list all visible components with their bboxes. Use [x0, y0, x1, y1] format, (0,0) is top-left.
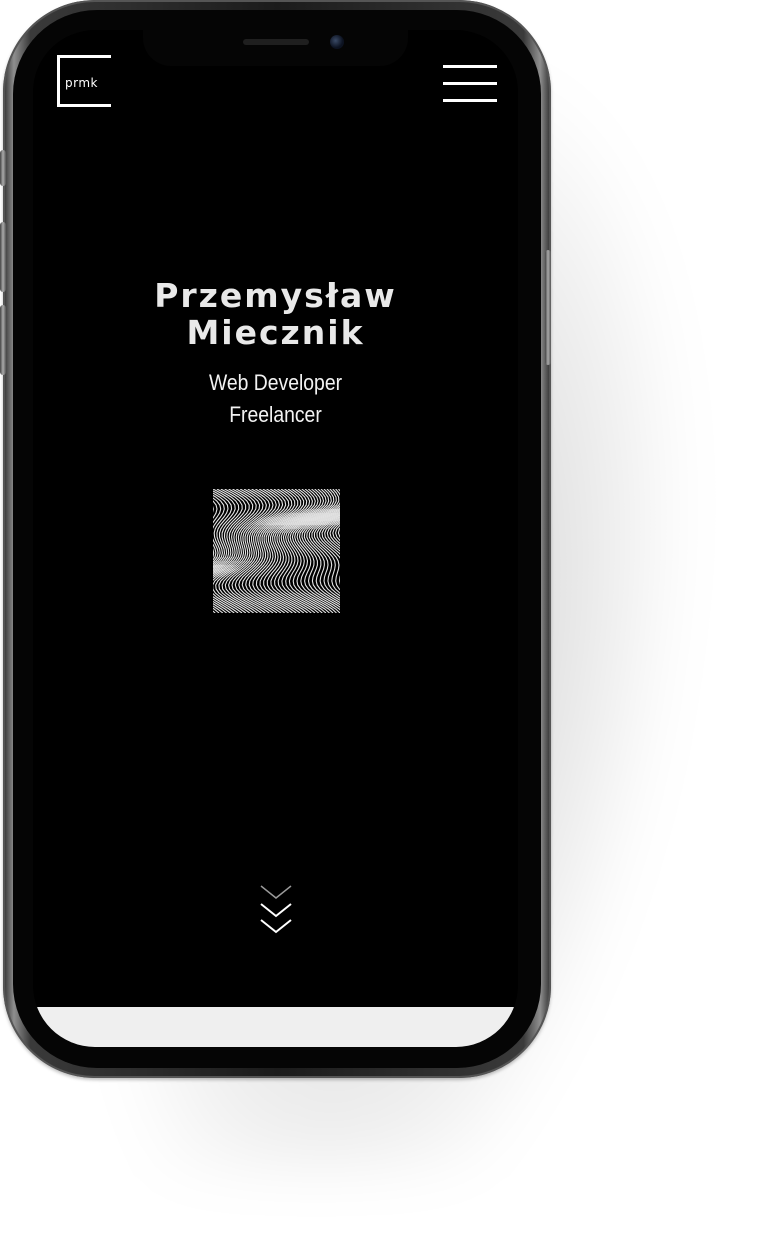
speaker-grille: [243, 39, 309, 45]
front-camera: [330, 35, 344, 49]
menu-line-middle: [443, 82, 497, 85]
hero-status: Freelancer: [229, 402, 322, 427]
notch: [143, 30, 408, 66]
chevron-down-icon[interactable]: [259, 884, 293, 940]
hero-name-last: Miecznik: [186, 313, 365, 352]
device-mockup: prmk Przemysław Miecznik Web Developer F…: [0, 0, 781, 1241]
hero-name-first: Przemysław: [154, 276, 397, 315]
browser-bottom-bar: [33, 1007, 518, 1047]
site-logo-text[interactable]: prmk: [63, 76, 100, 90]
volume-down-button: [0, 305, 6, 375]
menu-line-bottom: [443, 99, 497, 102]
power-button: [545, 250, 551, 365]
volume-up-button: [0, 222, 6, 292]
hamburger-menu-icon[interactable]: [443, 65, 497, 103]
mute-switch: [0, 150, 6, 186]
hero-role: Web Developer: [208, 370, 343, 395]
phone-screen: prmk Przemysław Miecznik Web Developer F…: [33, 30, 518, 1047]
menu-line-top: [443, 65, 497, 68]
wave-pattern-image: [213, 489, 340, 613]
